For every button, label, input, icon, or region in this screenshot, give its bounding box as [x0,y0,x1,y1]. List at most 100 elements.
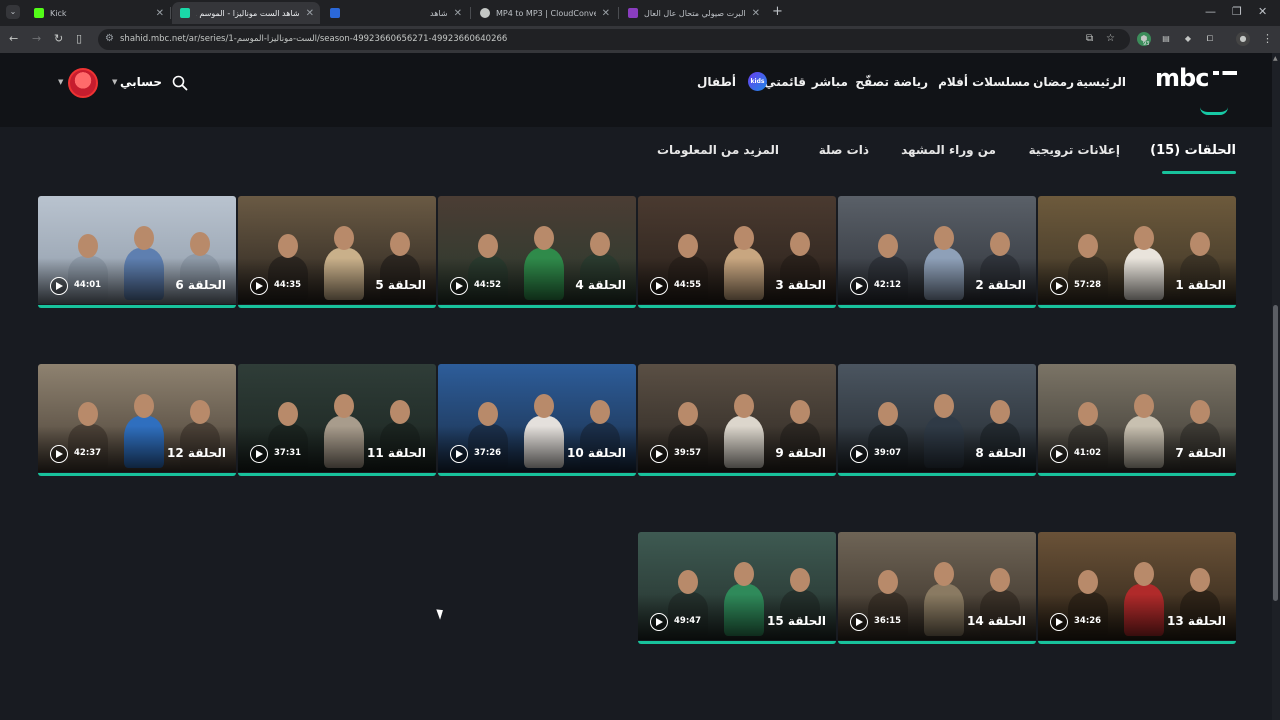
profile-icon[interactable]: ● [1236,32,1250,46]
minimize-icon[interactable]: — [1205,5,1216,18]
side-panel-icon[interactable]: ▯ [76,32,82,45]
episode-title: الحلقة 14 [967,614,1026,628]
play-button[interactable] [50,277,68,295]
episode-duration: 44:55 [674,280,702,290]
episode-card[interactable]: 44:55 الحلقة 3 [638,196,836,308]
kids-icon: kids [748,72,767,91]
close-icon[interactable]: ✕ [454,8,462,19]
extension-icon[interactable]: ▤ [1159,32,1173,46]
tab-related[interactable]: ذات صلة [819,143,869,157]
account-menu[interactable]: حسابي [120,75,162,89]
play-button[interactable] [850,277,868,295]
browser-tab-kick[interactable]: Kick ✕ [26,2,170,24]
back-icon[interactable]: ← [9,32,18,45]
episode-title: الحلقة 1 [1175,278,1226,292]
episode-card[interactable]: 57:28 الحلقة 1 [1038,196,1236,308]
close-icon[interactable]: ✕ [602,8,610,19]
nav-browse[interactable]: تصفّح [855,75,889,91]
episode-progress-bar [1038,641,1236,644]
play-icon [1056,281,1063,290]
episode-card[interactable]: 44:52 الحلقة 4 [438,196,636,308]
episode-duration: 39:07 [874,448,902,458]
play-button[interactable] [450,445,468,463]
nav-live[interactable]: مباشر [812,75,848,91]
episode-card[interactable]: 42:37 الحلقة 12 [38,364,236,476]
page-scrollbar[interactable]: ▲ [1272,53,1280,720]
close-icon[interactable]: ✕ [752,8,760,19]
extensions-puzzle-icon[interactable]: ⧠ [1203,32,1217,46]
nav-movies[interactable]: أفلام [938,75,968,91]
browser-menu-icon[interactable]: ⋮ [1262,32,1273,45]
install-app-icon[interactable]: ⧉ [1086,33,1093,44]
mbc-logo[interactable]: mbc [1155,64,1237,99]
bookmark-star-icon[interactable]: ☆ [1106,33,1115,44]
nav-home[interactable]: الرئيسية [1076,75,1126,91]
episode-progress-bar [438,473,636,476]
search-icon[interactable] [172,75,188,91]
chevron-down-icon[interactable]: ▼ [58,78,63,86]
play-button[interactable] [1050,277,1068,295]
close-window-icon[interactable]: ✕ [1258,5,1267,18]
extension-icon[interactable]: ◆ [1181,32,1195,46]
close-icon[interactable]: ✕ [156,8,164,19]
tab-episodes[interactable]: الحلقات (15) [1150,143,1236,158]
tab-search-button[interactable]: ⌄ [6,5,20,19]
reload-icon[interactable]: ↻ [54,32,63,45]
forward-icon[interactable]: → [32,32,41,45]
episode-card[interactable]: 44:35 الحلقة 5 [238,196,436,308]
browser-tab-video[interactable]: البرت صيولي متحال عال العال · ✕ [620,2,766,24]
browser-tab-shahid[interactable]: شاهد ✕ [322,2,468,24]
scroll-thumb[interactable] [1273,305,1278,601]
maximize-icon[interactable]: ❐ [1232,5,1242,18]
episode-duration: 39:57 [674,448,702,458]
play-button[interactable] [1050,445,1068,463]
play-button[interactable] [250,277,268,295]
new-tab-button[interactable]: + [772,4,783,19]
nav-kids[interactable]: أطفال [697,75,736,91]
episode-card[interactable]: 39:07 الحلقة 8 [838,364,1036,476]
episode-duration: 41:02 [1074,448,1102,458]
avatar[interactable] [68,68,98,98]
browser-tab-cloudconvert[interactable]: MP4 to MP3 | CloudConvert ✕ [472,2,616,24]
play-button[interactable] [1050,613,1068,631]
episode-card[interactable]: 42:12 الحلقة 2 [838,196,1036,308]
play-button[interactable] [450,277,468,295]
episode-title: الحلقة 7 [1175,446,1226,460]
play-button[interactable] [850,613,868,631]
episode-title: الحلقة 10 [567,446,626,460]
tab-behind-the-scenes[interactable]: من وراء المشهد [901,143,996,157]
close-icon[interactable]: ✕ [306,8,314,19]
episode-card[interactable]: 49:47 الحلقة 15 [638,532,836,644]
kick-favicon-icon [34,8,44,18]
chevron-down-icon[interactable]: ▼ [112,78,117,86]
play-button[interactable] [50,445,68,463]
browser-tab-shahid-active[interactable]: شاهد الست موناليزا - الموسم 1 ✕ [172,2,320,24]
play-button[interactable] [850,445,868,463]
tab-more-info[interactable]: المزيد من المعلومات [657,143,779,157]
episode-duration: 42:12 [874,280,902,290]
address-bar[interactable]: ⚙ shahid.mbc.net/ar/series/الست-موناليزا… [98,29,1130,50]
episode-title: الحلقة 12 [167,446,226,460]
play-button[interactable] [650,613,668,631]
episode-progress-bar [638,641,836,644]
video-favicon-icon [628,8,638,18]
episode-card[interactable]: 37:26 الحلقة 10 [438,364,636,476]
nav-series[interactable]: مسلسلات [972,75,1030,91]
play-button[interactable] [650,445,668,463]
episode-card[interactable]: 44:01 الحلقة 6 [38,196,236,308]
play-button[interactable] [650,277,668,295]
site-header: mbc الرئيسية رمضان مسلسلات أفلام رياضة ت… [0,53,1272,127]
episode-card[interactable]: 39:57 الحلقة 9 [638,364,836,476]
episode-duration: 36:15 [874,616,902,626]
tab-promos[interactable]: إعلانات ترويجية [1029,143,1120,157]
nav-my-list[interactable]: قائمتي [764,75,806,91]
nav-ramadan[interactable]: رمضان [1033,75,1074,91]
scroll-up-icon[interactable]: ▲ [1273,55,1278,62]
episode-card[interactable]: 36:15 الحلقة 14 [838,532,1036,644]
episode-card[interactable]: 37:31 الحلقة 11 [238,364,436,476]
episode-card[interactable]: 34:26 الحلقة 13 [1038,532,1236,644]
nav-sports[interactable]: رياضة [893,75,928,91]
site-info-icon[interactable]: ⚙ [105,33,114,44]
play-button[interactable] [250,445,268,463]
episode-card[interactable]: 41:02 الحلقة 7 [1038,364,1236,476]
